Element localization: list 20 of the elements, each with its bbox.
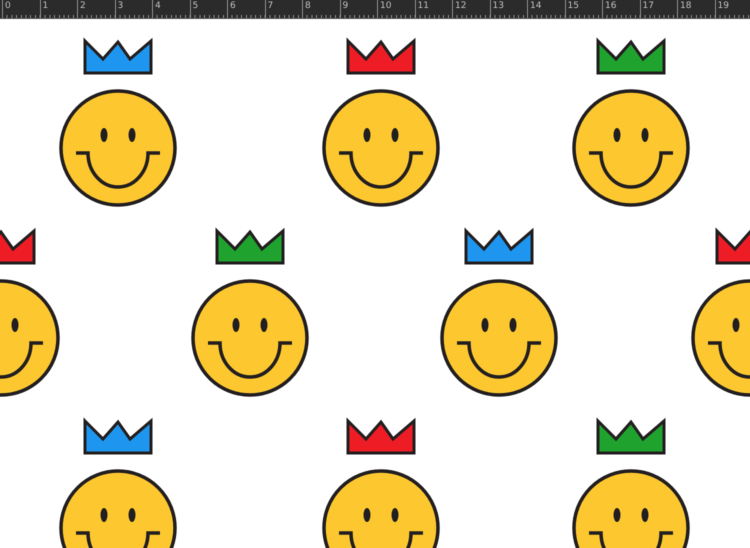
ruler-number: 18 bbox=[680, 1, 692, 12]
ruler-number: 1 bbox=[42, 1, 48, 12]
ruler-number: 10 bbox=[380, 1, 392, 12]
ruler-number: 14 bbox=[530, 1, 542, 12]
ruler-number: 5 bbox=[192, 1, 198, 12]
ruler-number: 8 bbox=[305, 1, 311, 12]
ruler-number: 9 bbox=[342, 1, 348, 12]
ruler-number: 19 bbox=[718, 1, 729, 12]
ruler-number: 6 bbox=[230, 1, 236, 12]
ruler-number: 16 bbox=[605, 1, 616, 12]
ruler-number: 11 bbox=[418, 1, 429, 12]
ruler-number: 3 bbox=[118, 1, 124, 12]
ruler-number: 12 bbox=[455, 1, 466, 12]
ruler-number: 7 bbox=[268, 1, 274, 12]
ruler-number: 15 bbox=[568, 1, 579, 12]
ruler-number: 0 bbox=[5, 1, 11, 12]
ruler-number: 4 bbox=[155, 1, 161, 12]
ruler-number: 13 bbox=[492, 1, 504, 12]
ruler-number: 2 bbox=[80, 1, 86, 12]
ruler-number: 17 bbox=[642, 1, 654, 12]
